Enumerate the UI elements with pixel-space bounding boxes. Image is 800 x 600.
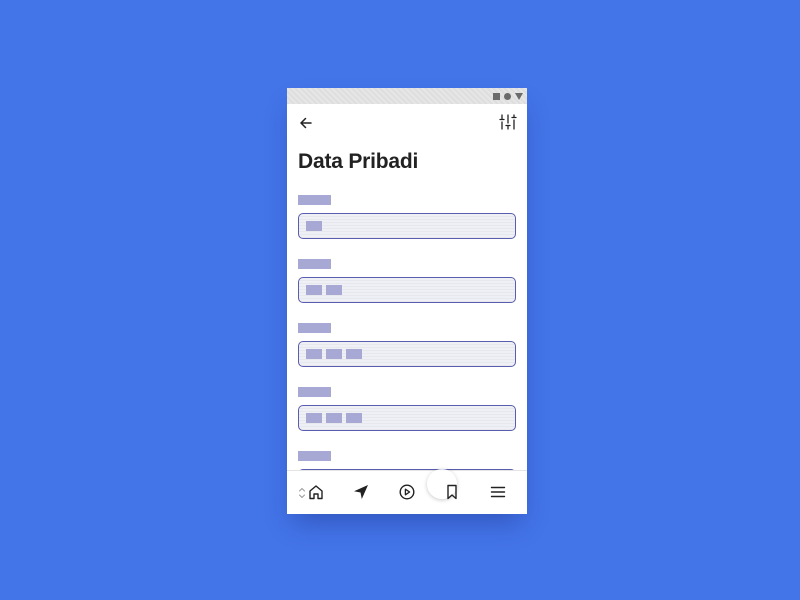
back-button[interactable]	[297, 114, 315, 132]
text-input[interactable]	[298, 405, 516, 431]
sliders-icon	[499, 114, 517, 130]
navigation-icon	[354, 485, 368, 499]
home-icon	[309, 485, 323, 500]
value-placeholder	[326, 285, 342, 295]
status-bar	[287, 88, 527, 104]
app-bar	[287, 104, 527, 142]
filter-button[interactable]	[499, 113, 517, 131]
form-field	[298, 323, 516, 387]
square-icon	[493, 92, 500, 100]
field-label-placeholder	[298, 195, 331, 205]
value-placeholder	[306, 285, 322, 295]
nav-bookmark[interactable]	[443, 483, 461, 501]
menu-icon	[490, 486, 506, 498]
scroll-handle[interactable]	[298, 486, 306, 500]
bookmark-icon	[447, 484, 457, 500]
form-field	[298, 195, 516, 259]
page-title: Data Pribadi	[298, 150, 419, 173]
nav-home[interactable]	[307, 483, 325, 501]
field-label-placeholder	[298, 323, 331, 333]
value-placeholder	[346, 413, 362, 423]
play-icon	[399, 484, 415, 500]
value-placeholder	[346, 349, 362, 359]
text-input[interactable]	[298, 341, 516, 367]
text-input[interactable]	[298, 277, 516, 303]
text-input[interactable]	[298, 213, 516, 239]
value-placeholder	[306, 413, 322, 423]
nav-menu[interactable]	[489, 483, 507, 501]
form-field	[298, 259, 516, 323]
arrow-left-icon	[300, 117, 312, 129]
chevron-up-down-icon	[299, 488, 305, 498]
nav-navigation[interactable]	[352, 483, 370, 501]
phone-screen: Data Pribadi	[287, 88, 527, 514]
bottom-nav	[287, 469, 527, 514]
field-label-placeholder	[298, 451, 331, 461]
personal-data-form	[298, 195, 516, 514]
value-placeholder	[306, 221, 322, 231]
field-label-placeholder	[298, 259, 331, 269]
value-placeholder	[306, 349, 322, 359]
triangle-icon	[515, 92, 523, 100]
form-field	[298, 387, 516, 451]
field-label-placeholder	[298, 387, 331, 397]
value-placeholder	[326, 349, 342, 359]
nav-play[interactable]	[398, 483, 416, 501]
circle-icon	[504, 92, 511, 100]
value-placeholder	[326, 413, 342, 423]
